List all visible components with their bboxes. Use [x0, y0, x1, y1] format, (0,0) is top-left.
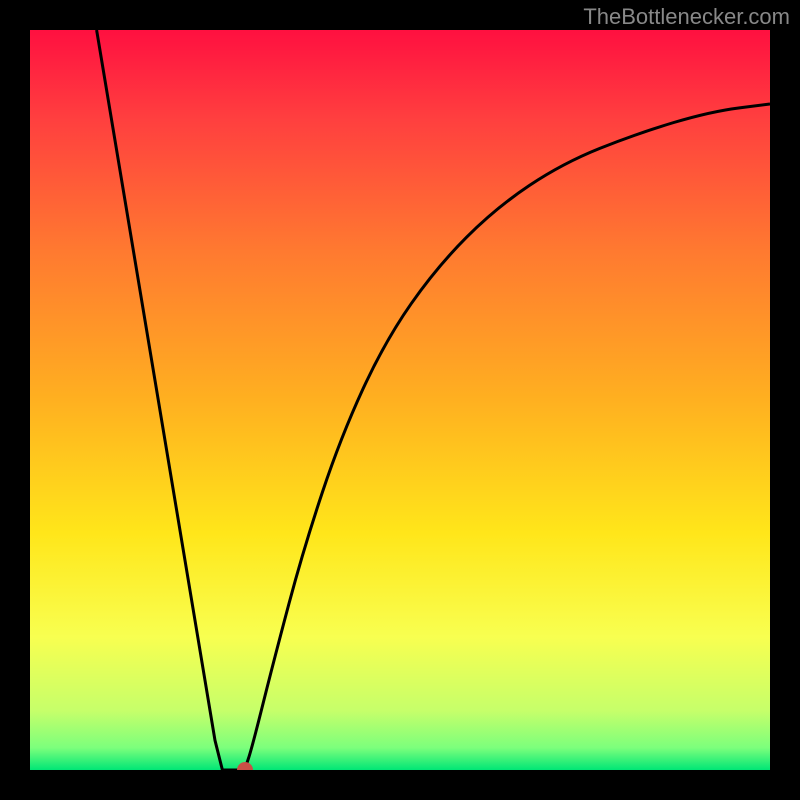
bottleneck-curve	[30, 30, 770, 770]
watermark-text: TheBottlenecker.com	[583, 4, 790, 30]
plot-area	[30, 30, 770, 770]
chart-container: TheBottlenecker.com	[0, 0, 800, 800]
